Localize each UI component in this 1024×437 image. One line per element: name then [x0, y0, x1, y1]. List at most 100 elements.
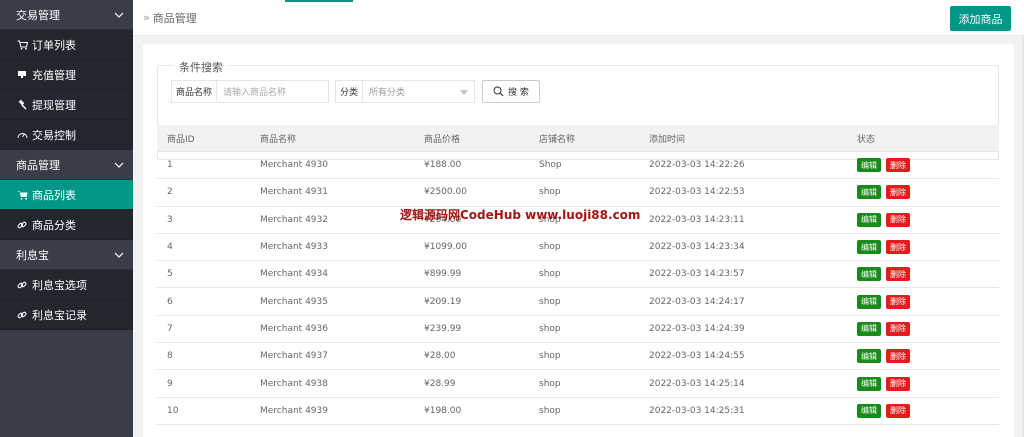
delete-button[interactable]: 删除 [886, 294, 910, 309]
delete-button[interactable]: 删除 [886, 158, 910, 173]
table-row: 9 Merchant 4938 ¥28.99 shop 2022-03-03 14:25… [157, 370, 999, 398]
sidebar-item-label: 交易控制 [32, 128, 76, 142]
row-name: Merchant 4937 [260, 351, 328, 362]
gauge-icon [16, 129, 28, 141]
row-price: ¥188.00 [424, 160, 462, 171]
row-name: Merchant 4933 [260, 242, 328, 253]
table-row: 8 Merchant 4937 ¥28.00 shop 2022-03-03 14:24… [157, 343, 999, 371]
column-header: 商品ID [167, 134, 195, 145]
row-price: ¥28.00 [424, 351, 456, 362]
delete-button[interactable]: 删除 [886, 349, 910, 364]
row-time: 2022-03-03 14:22:53 [649, 187, 745, 198]
sidebar-item-interest-records[interactable]: 利息宝记录 [0, 300, 133, 330]
table-body: 1 Merchant 4930 ¥188.00 Shop 2022-03-03 14:2… [157, 152, 999, 425]
link-icon [16, 219, 28, 231]
row-id: 6 [167, 296, 173, 307]
table-row: 10 Merchant 4939 ¥198.00 shop 2022-03-03 14:… [157, 398, 999, 425]
gavel-icon [16, 99, 28, 111]
row-name: Merchant 4936 [260, 323, 328, 334]
row-name: Merchant 4939 [260, 405, 328, 416]
caret-down-icon [460, 90, 469, 95]
table-row: 7 Merchant 4936 ¥239.99 shop 2022-03-03 14:2… [157, 316, 999, 344]
sidebar-item-label: 充值管理 [32, 68, 76, 82]
sidebar-group-label: 利息宝 [16, 248, 49, 262]
add-goods-button[interactable]: 添加商品 [950, 6, 1011, 31]
delete-button[interactable]: 删除 [886, 240, 910, 255]
row-time: 2022-03-03 14:23:57 [649, 269, 745, 280]
edit-button[interactable]: 编辑 [857, 376, 881, 391]
column-header: 添加时间 [649, 134, 686, 145]
row-id: 7 [167, 323, 173, 334]
delete-button[interactable]: 删除 [886, 185, 910, 200]
row-shop: shop [539, 187, 561, 198]
sidebar-item-label: 利息宝记录 [32, 308, 87, 322]
edit-button[interactable]: 编辑 [857, 403, 881, 418]
edit-button[interactable]: 编辑 [857, 267, 881, 282]
row-time: 2022-03-03 14:23:11 [649, 214, 745, 225]
row-actions: 编辑 删除 [847, 158, 999, 173]
table-header: 商品ID 商品名称 商品价格 店铺名称 添加时间 状态 [157, 125, 999, 152]
sidebar-item-recharge[interactable]: 充值管理 [0, 60, 133, 90]
watermark: 逻辑源码网CodeHub www.luoji88.com [400, 208, 641, 222]
row-actions: 编辑 删除 [847, 376, 999, 391]
edit-button[interactable]: 编辑 [857, 158, 881, 173]
delete-button[interactable]: 删除 [886, 321, 910, 336]
row-id: 9 [167, 378, 173, 389]
row-price: ¥899.99 [424, 269, 462, 280]
delete-button[interactable]: 删除 [886, 376, 910, 391]
search-button-label: 搜 索 [508, 88, 529, 98]
sidebar-item-label: 利息宝选项 [32, 278, 87, 292]
row-actions: 编辑 删除 [847, 212, 999, 227]
chevron-down-icon [113, 9, 125, 21]
table-row: 5 Merchant 4934 ¥899.99 shop 2022-03-03 14:2… [157, 261, 999, 289]
sidebar-group-trade[interactable]: 交易管理 [0, 0, 133, 30]
delete-button[interactable]: 删除 [886, 403, 910, 418]
delete-button[interactable]: 删除 [886, 267, 910, 282]
search-icon [493, 86, 504, 97]
edit-button[interactable]: 编辑 [857, 349, 881, 364]
row-price: ¥1099.00 [424, 242, 467, 253]
row-actions: 编辑 删除 [847, 294, 999, 309]
top-bar: » 商品管理 添加商品 [133, 0, 1024, 36]
sidebar: 交易管理 订单列表 充值管理 提现管理 交易控制 商品管理 商品列表 商品分类 … [0, 0, 133, 437]
sidebar-item-interest-options[interactable]: 利息宝选项 [0, 270, 133, 300]
row-shop: shop [539, 242, 561, 253]
edit-button[interactable]: 编辑 [857, 212, 881, 227]
sidebar-item-label: 商品列表 [32, 188, 76, 202]
content-panel: 条件搜索 商品名称 请输入商品名称 分类 所有分类 搜 索 商品ID 商品名称 … [143, 44, 1014, 437]
link-icon [16, 279, 28, 291]
table-row: 4 Merchant 4933 ¥1099.00 shop 2022-03-03 14:… [157, 234, 999, 262]
sidebar-item-withdraw[interactable]: 提现管理 [0, 90, 133, 120]
sidebar-group-goods[interactable]: 商品管理 [0, 150, 133, 180]
row-id: 8 [167, 351, 173, 362]
sidebar-item-trade-control[interactable]: 交易控制 [0, 120, 133, 150]
row-price: ¥239.99 [424, 323, 462, 334]
edit-button[interactable]: 编辑 [857, 185, 881, 200]
sidebar-item-goods-category[interactable]: 商品分类 [0, 210, 133, 240]
row-shop: shop [539, 378, 561, 389]
name-label: 商品名称 [171, 80, 217, 103]
category-select[interactable]: 所有分类 [362, 80, 476, 103]
search-button[interactable]: 搜 索 [482, 80, 540, 103]
sidebar-item-orders[interactable]: 订单列表 [0, 30, 133, 60]
sidebar-group-label: 交易管理 [16, 8, 60, 22]
row-actions: 编辑 删除 [847, 185, 999, 200]
delete-button[interactable]: 删除 [886, 212, 910, 227]
row-shop: shop [539, 323, 561, 334]
table-row: 6 Merchant 4935 ¥209.19 shop 2022-03-03 14:2… [157, 288, 999, 316]
sidebar-group-interest[interactable]: 利息宝 [0, 240, 133, 270]
search-form: 商品名称 请输入商品名称 分类 所有分类 搜 索 [171, 80, 540, 103]
edit-button[interactable]: 编辑 [857, 240, 881, 255]
edit-button[interactable]: 编辑 [857, 321, 881, 336]
column-header: 商品名称 [260, 134, 297, 145]
edit-button[interactable]: 编辑 [857, 294, 881, 309]
row-time: 2022-03-03 14:24:55 [649, 351, 745, 362]
column-header: 状态 [857, 134, 876, 145]
sidebar-item-goods-list[interactable]: 商品列表 [0, 180, 133, 210]
goods-name-input[interactable]: 请输入商品名称 [216, 80, 330, 103]
row-time: 2022-03-03 14:22:26 [649, 160, 745, 171]
row-name: Merchant 4938 [260, 378, 328, 389]
goods-table: 商品ID 商品名称 商品价格 店铺名称 添加时间 状态 1 Merchant 49… [157, 125, 999, 425]
row-actions: 编辑 删除 [847, 403, 999, 418]
cart-icon [16, 39, 28, 51]
